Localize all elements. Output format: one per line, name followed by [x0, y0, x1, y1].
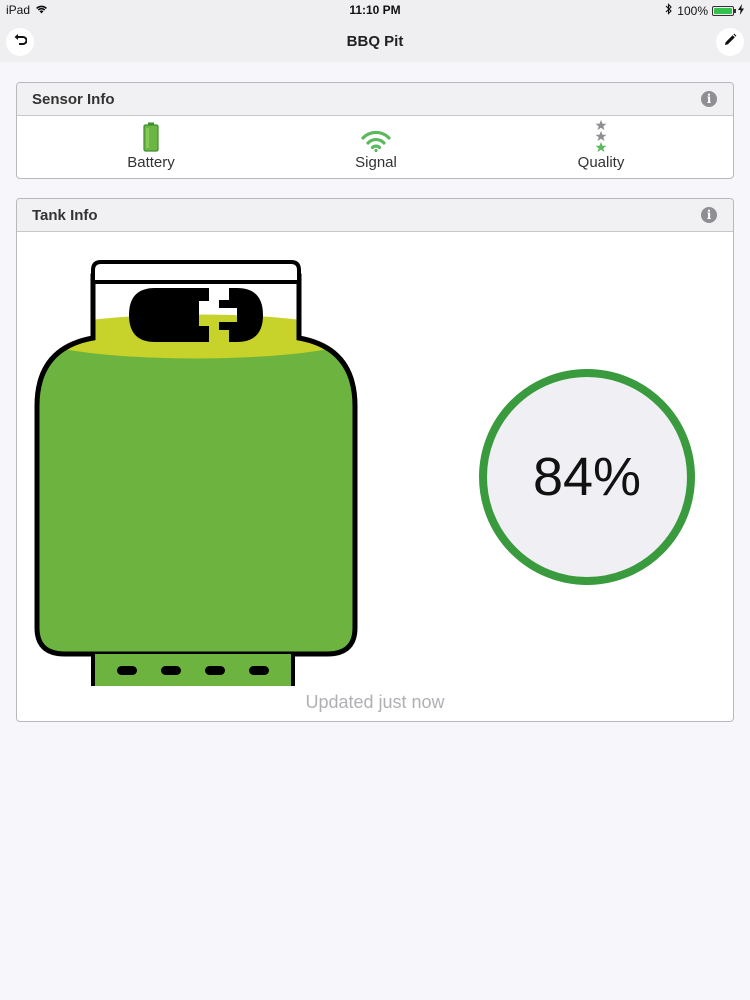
wifi-signal-icon	[296, 122, 456, 152]
quality-stars-icon	[521, 120, 681, 152]
propane-tank-icon	[34, 260, 358, 686]
tank-body: 84% Updated just now	[17, 232, 733, 721]
battery-percent: 100%	[677, 3, 708, 18]
sensor-row: Battery Signal Quality	[17, 116, 733, 178]
bluetooth-icon	[665, 3, 673, 18]
tank-level-value: 84%	[532, 447, 642, 507]
tank-info-panel: Tank Info i 84% Updated just now	[16, 198, 734, 722]
edit-pencil-icon	[723, 33, 737, 52]
sensor-info-header: Sensor Info i	[17, 83, 733, 116]
battery-level-icon	[71, 122, 231, 152]
tank-level-gauge: 84%	[479, 369, 695, 585]
signal-label: Signal	[355, 154, 397, 171]
tank-info-icon[interactable]: i	[701, 207, 717, 223]
nav-bar: BBQ Pit	[0, 22, 750, 62]
sensor-info-panel: Sensor Info i Battery Signal Quality	[16, 82, 734, 179]
page-title: BBQ Pit	[346, 33, 404, 50]
sensor-info-icon[interactable]: i	[701, 91, 717, 107]
screen: iPad 11:10 PM 100% BBQ Pit Sensor Info i…	[0, 0, 750, 1000]
sensor-quality: Quality	[521, 120, 681, 171]
sensor-signal: Signal	[296, 122, 456, 171]
charging-icon	[738, 3, 744, 18]
sensor-info-title: Sensor Info	[32, 91, 115, 108]
tank-info-title: Tank Info	[32, 207, 98, 224]
quality-label: Quality	[577, 154, 625, 171]
tank-info-header: Tank Info i	[17, 199, 733, 232]
battery-label: Battery	[127, 154, 175, 171]
sensor-battery: Battery	[71, 122, 231, 171]
status-bar: iPad 11:10 PM 100%	[0, 0, 750, 22]
edit-button[interactable]	[716, 28, 744, 56]
status-time: 11:10 PM	[349, 3, 401, 17]
battery-icon	[712, 5, 736, 16]
updated-status: Updated just now	[305, 692, 445, 712]
status-right: 100%	[665, 3, 744, 18]
